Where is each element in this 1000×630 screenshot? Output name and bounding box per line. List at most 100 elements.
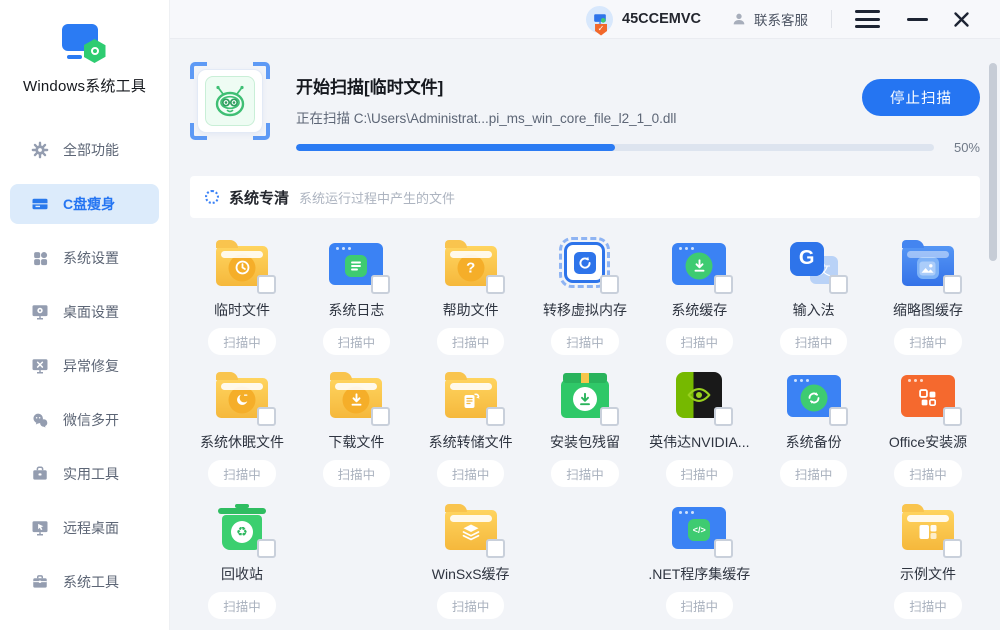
scan-item[interactable]: 缩略图缓存扫描中 [876, 234, 980, 355]
item-checkbox[interactable] [943, 407, 962, 426]
scan-status-badge: 扫描中 [894, 460, 962, 487]
sidebar-item-5[interactable]: 微信多开 [10, 400, 159, 440]
remote-desktop-icon [31, 519, 49, 537]
scan-item-label: 系统休眠文件 [200, 432, 284, 452]
stop-scan-button[interactable]: 停止扫描 [862, 79, 980, 116]
item-checkbox[interactable] [714, 275, 733, 294]
scan-status-badge: 扫描中 [894, 592, 962, 619]
sidebar-item-7[interactable]: 远程桌面 [10, 508, 159, 548]
item-checkbox[interactable] [257, 407, 276, 426]
sidebar-item-1[interactable]: C盘瘦身 [10, 184, 159, 224]
toolbox-icon [31, 465, 49, 483]
avatar: ✓ [586, 6, 613, 33]
sidebar-item-8[interactable]: 系统工具 [10, 562, 159, 602]
folder-question-icon: ? [441, 234, 501, 291]
sidebar-item-4[interactable]: 异常修复 [10, 346, 159, 386]
progress-row: 50% [296, 140, 980, 155]
scan-status-badge: 扫描中 [666, 460, 734, 487]
progress-percent: 50% [934, 140, 980, 155]
scan-status-badge: 扫描中 [551, 460, 619, 487]
scan-status-badge: 扫描中 [208, 328, 276, 355]
monitor-repair-icon [31, 357, 49, 375]
recycle-bin-icon: ♻ [212, 498, 272, 555]
scan-item-label: .NET程序集缓存 [648, 564, 750, 584]
contact-support-button[interactable]: 联系客服 [731, 9, 808, 29]
scan-item-label: Office安装源 [889, 432, 967, 452]
folder-samples-icon [898, 498, 958, 555]
sidebar-item-0[interactable]: 全部功能 [10, 130, 159, 170]
item-checkbox[interactable] [829, 275, 848, 294]
scan-item[interactable]: 文G输入法扫描中 [762, 234, 866, 355]
item-checkbox[interactable] [943, 539, 962, 558]
scan-item[interactable]: WinSxS缓存扫描中 [419, 498, 523, 619]
scan-item[interactable]: ♻回收站扫描中 [190, 498, 294, 619]
account-name: 45CCEMVC [622, 11, 701, 27]
item-checkbox[interactable] [714, 407, 733, 426]
person-icon [731, 11, 747, 27]
item-checkbox[interactable] [257, 275, 276, 294]
chip-refresh-icon [555, 234, 615, 291]
scan-item[interactable]: 英伟达NVIDIA...扫描中 [647, 366, 751, 487]
scan-item-label: 输入法 [793, 300, 835, 320]
minimize-button[interactable] [907, 18, 928, 21]
section-title: 系统专清 [229, 187, 289, 208]
scan-item[interactable]: 系统缓存扫描中 [647, 234, 751, 355]
item-checkbox[interactable] [486, 539, 505, 558]
item-checkbox[interactable] [829, 407, 848, 426]
sidebar-item-label: 系统设置 [63, 248, 119, 268]
sidebar-item-label: 桌面设置 [63, 302, 119, 322]
folder-layers-icon [441, 498, 501, 555]
item-checkbox[interactable] [600, 407, 619, 426]
item-checkbox[interactable] [257, 539, 276, 558]
window-backup-icon [784, 366, 844, 423]
scan-status-badge: 扫描中 [780, 328, 848, 355]
sidebar-item-3[interactable]: 桌面设置 [10, 292, 159, 332]
shield-badge-icon: ✓ [595, 24, 607, 36]
titlebar-divider [831, 10, 832, 28]
scan-item[interactable]: 转移虚拟内存扫描中 [533, 234, 637, 355]
item-checkbox[interactable] [486, 275, 505, 294]
scan-item[interactable]: </> .NET程序集缓存扫描中 [647, 498, 751, 619]
window-office-icon [898, 366, 958, 423]
scan-item[interactable]: 安装包残留扫描中 [533, 366, 637, 487]
sidebar-item-6[interactable]: 实用工具 [10, 454, 159, 494]
scan-item[interactable]: 示例文件扫描中 [876, 498, 980, 619]
item-checkbox[interactable] [371, 407, 390, 426]
app-window: Windows系统工具 全部功能 C盘瘦身系统设置桌面设置异常修复微信多开实用工具… [0, 0, 1000, 630]
drive-icon [31, 195, 49, 213]
scan-item-label: 下载文件 [328, 432, 384, 452]
wechat-icon [31, 411, 49, 429]
scan-item[interactable]: ?帮助文件扫描中 [419, 234, 523, 355]
app-title: Windows系统工具 [0, 75, 169, 96]
scan-header: 开始扫描[临时文件] 正在扫描 C:\Users\Administrat...p… [190, 62, 980, 155]
scan-item[interactable]: 下载文件扫描中 [304, 366, 408, 487]
item-checkbox[interactable] [371, 275, 390, 294]
scan-item[interactable]: 系统休眠文件扫描中 [190, 366, 294, 487]
scan-status-badge: 扫描中 [666, 592, 734, 619]
item-checkbox[interactable] [486, 407, 505, 426]
scan-item-label: WinSxS缓存 [432, 564, 510, 584]
scan-status-badge: 扫描中 [780, 460, 848, 487]
scan-item[interactable]: 系统日志扫描中 [304, 234, 408, 355]
folder-sleep-icon [212, 366, 272, 423]
scan-item[interactable]: 系统转储文件扫描中 [419, 366, 523, 487]
spinner-icon [205, 190, 219, 204]
sidebar-item-2[interactable]: 系统设置 [10, 238, 159, 278]
account-chip[interactable]: ✓ 45CCEMVC [586, 6, 701, 33]
scan-item-label: 缩略图缓存 [893, 300, 963, 320]
section-subtitle: 系统运行过程中产生的文件 [299, 188, 455, 207]
close-button[interactable] [953, 11, 970, 28]
item-checkbox[interactable] [943, 275, 962, 294]
scrollbar[interactable] [989, 63, 997, 623]
window-dotnet-icon: </> [669, 498, 729, 555]
scan-item[interactable]: 临时文件扫描中 [190, 234, 294, 355]
item-checkbox[interactable] [600, 275, 619, 294]
app-logo-icon [62, 24, 108, 60]
folder-download-icon [326, 366, 386, 423]
scan-item[interactable]: 系统备份扫描中 [762, 366, 866, 487]
sidebar-item-label: 异常修复 [63, 356, 119, 376]
item-checkbox[interactable] [714, 539, 733, 558]
scrollbar-thumb[interactable] [989, 63, 997, 261]
menu-button[interactable] [855, 10, 880, 28]
scan-item[interactable]: Office安装源扫描中 [876, 366, 980, 487]
